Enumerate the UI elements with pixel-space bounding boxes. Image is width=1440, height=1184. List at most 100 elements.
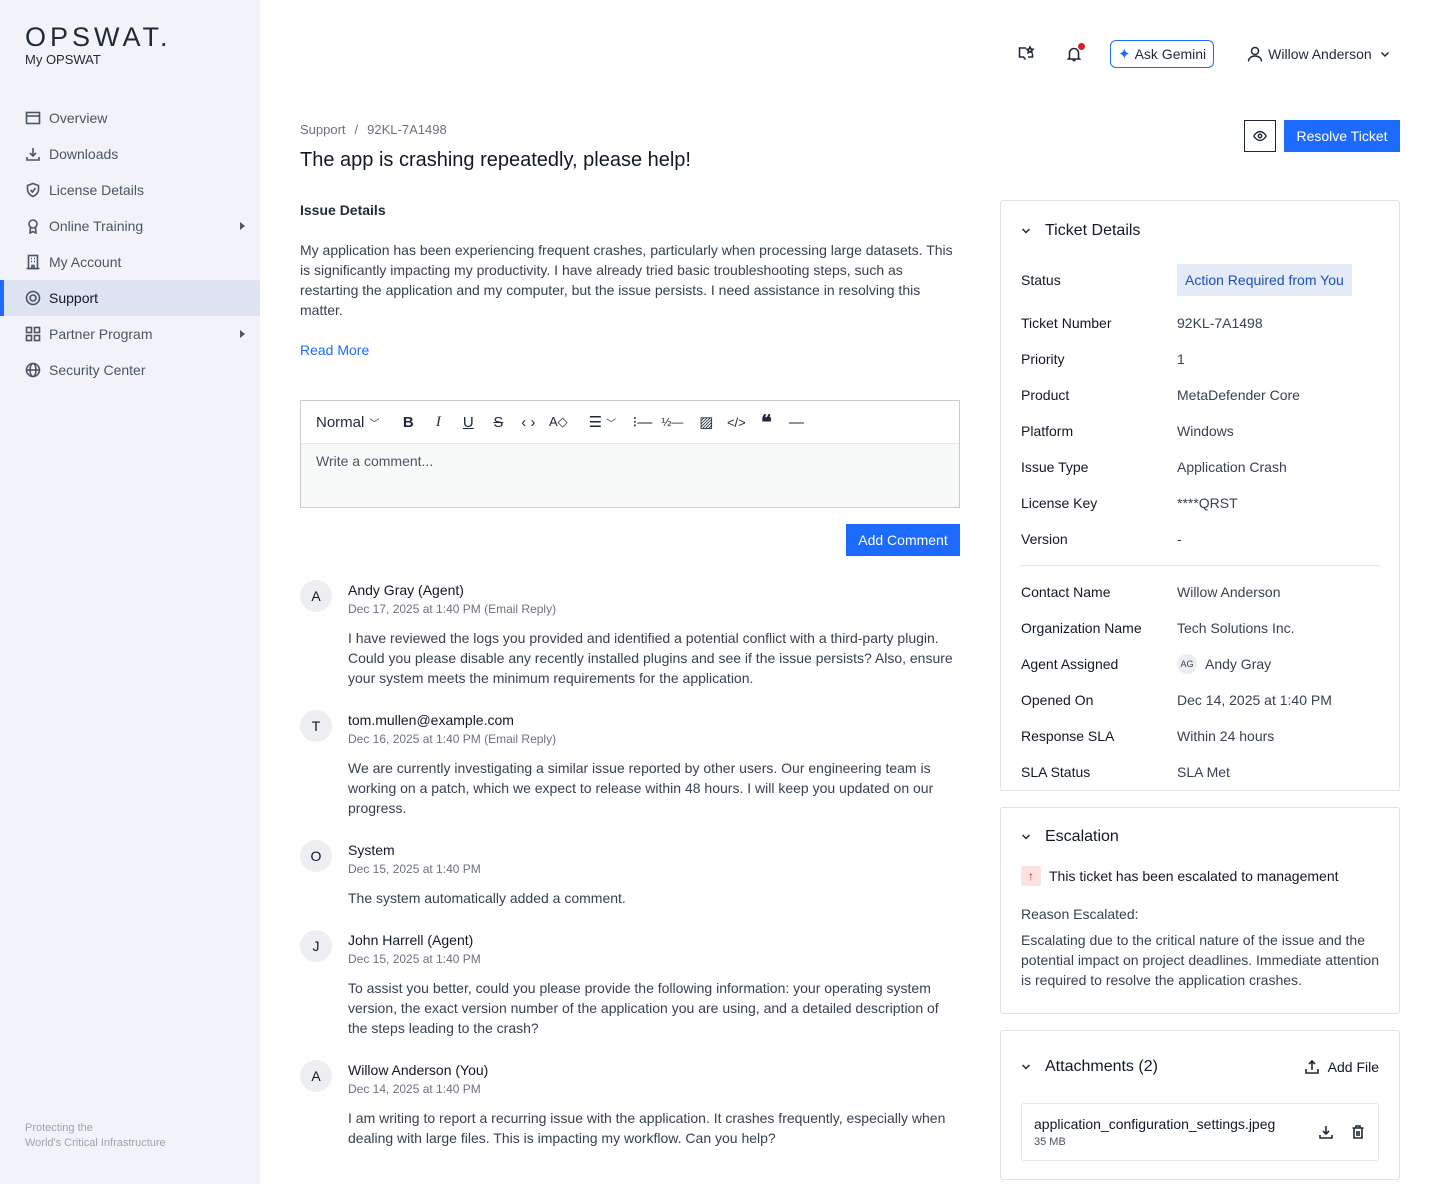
ticket-details-toggle[interactable]: Ticket Details <box>1001 201 1399 259</box>
issue-details-heading: Issue Details <box>300 202 386 218</box>
sparkle-icon: ✦ <box>1118 46 1131 63</box>
comment-author: Andy Gray (Agent) <box>348 582 464 598</box>
comment-text: To assist you better, could you please p… <box>348 980 939 1036</box>
caret-right-icon <box>240 330 245 338</box>
detail-row: Status Action Required from You <box>1001 259 1399 301</box>
footer-line: World's Critical Infrastructure <box>25 1137 166 1149</box>
numbered-list-icon[interactable]: ½— <box>657 410 687 434</box>
logo[interactable]: OPSWAT. My OPSWAT <box>25 22 172 67</box>
add-file-button[interactable]: Add File <box>1304 1059 1379 1075</box>
eye-icon <box>1253 130 1267 142</box>
italic-icon[interactable]: I <box>423 410 453 434</box>
inline-code-icon[interactable]: ‹ › <box>513 410 543 434</box>
comment-author: John Harrell (Agent) <box>348 932 474 948</box>
comment-author: Willow Anderson (You) <box>348 1062 489 1078</box>
sidebar-item-partner-program[interactable]: Partner Program <box>0 316 260 352</box>
user-icon <box>1247 46 1263 62</box>
comment-text: I am writing to report a recurring issue… <box>348 1110 946 1146</box>
trash-icon[interactable] <box>1350 1124 1366 1140</box>
detail-label: Platform <box>1021 423 1074 439</box>
comment-input[interactable]: Write a comment... <box>301 444 959 507</box>
grid-icon <box>25 326 41 342</box>
detail-row: Contact Name Willow Anderson <box>1001 574 1399 610</box>
bullet-list-icon[interactable]: ⁝— <box>627 410 657 434</box>
download-icon <box>26 148 40 161</box>
sidebar-item-support[interactable]: Support <box>0 280 260 316</box>
user-menu[interactable]: Willow Anderson <box>1246 45 1390 63</box>
breadcrumb: Support / 92KL-7A1498 <box>300 122 447 137</box>
breadcrumb-support-link[interactable]: Support <box>300 122 346 137</box>
chevron-down-icon <box>1021 834 1031 840</box>
strikethrough-icon[interactable]: S <box>483 410 513 434</box>
detail-label: Ticket Number <box>1021 315 1112 331</box>
sidebar-item-downloads[interactable]: Downloads <box>0 136 260 172</box>
page-title: The app is crashing repeatedly, please h… <box>300 149 691 171</box>
sidebar-item-my-account[interactable]: My Account <box>0 244 260 280</box>
announcement-icon <box>1018 45 1035 60</box>
ticket-details-heading: Ticket Details <box>1045 222 1141 239</box>
reason-label: Reason Escalated: <box>1021 906 1139 922</box>
download-icon[interactable] <box>1318 1124 1334 1140</box>
comment-text: I have reviewed the logs you provided an… <box>348 630 953 686</box>
attachment-name[interactable]: application_configuration_settings.jpeg <box>1034 1116 1275 1132</box>
resolve-ticket-button[interactable]: Resolve Ticket <box>1284 120 1400 152</box>
detail-label: License Key <box>1021 495 1098 511</box>
arrow-up-icon: ↑ <box>1021 866 1041 886</box>
bold-icon[interactable]: B <box>393 410 423 434</box>
escalation-card: Escalation ↑ This ticket has been escalat… <box>1000 807 1400 1014</box>
ask-gemini-button[interactable]: ✦ Ask Gemini <box>1110 40 1215 68</box>
comment-date: Dec 15, 2025 at 1:40 PM <box>348 952 481 966</box>
footer-line: Protecting the <box>25 1122 93 1134</box>
sidebar-item-online-training[interactable]: Online Training <box>0 208 260 244</box>
escalation-heading: Escalation <box>1045 828 1119 845</box>
code-block-icon[interactable]: </> <box>721 410 751 434</box>
escalation-notice-text: This ticket has been escalated to manage… <box>1049 868 1339 884</box>
detail-row: Ticket Number 92KL-7A1498 <box>1001 305 1399 341</box>
avatar: A <box>300 1060 332 1092</box>
detail-label: Opened On <box>1021 692 1094 708</box>
sidebar-footer: Protecting the World's Critical Infrastru… <box>25 1121 166 1151</box>
comment-item: O System Dec 15, 2025 at 1:40 PM The sys… <box>300 840 960 908</box>
add-comment-button[interactable]: Add Comment <box>846 524 960 556</box>
escalation-notice: ↑ This ticket has been escalated to manag… <box>1001 866 1399 886</box>
issue-description: My application has been experiencing fre… <box>300 242 953 318</box>
detail-label: Version <box>1021 531 1068 547</box>
clear-format-icon[interactable]: A◇ <box>543 410 573 434</box>
detail-value: Within 24 hours <box>1177 728 1275 744</box>
sidebar-nav: Overview Downloads License Details Onlin… <box>0 100 260 388</box>
lifebuoy-icon <box>25 290 41 306</box>
avatar: A <box>300 580 332 612</box>
comment-item: A Andy Gray (Agent) Dec 17, 2025 at 1:40… <box>300 580 960 688</box>
format-select[interactable]: Normal ﹀ <box>316 410 393 434</box>
detail-row: License Key ****QRST <box>1001 485 1399 521</box>
notifications-button[interactable] <box>1062 42 1086 66</box>
detail-label: Agent Assigned <box>1021 656 1119 672</box>
detail-row: Agent Assigned AG Andy Gray <box>1001 646 1399 682</box>
read-more-link[interactable]: Read More <box>300 342 369 358</box>
format-select-value: Normal <box>316 413 365 431</box>
chevron-down-icon[interactable] <box>1021 1062 1031 1072</box>
comment-item: T tom.mullen@example.com Dec 16, 2025 at… <box>300 710 960 818</box>
sidebar-item-license-details[interactable]: License Details <box>0 172 260 208</box>
sidebar-item-label: License Details <box>49 182 144 198</box>
watch-button[interactable] <box>1244 120 1276 152</box>
underline-icon[interactable]: U <box>453 410 483 434</box>
avatar: T <box>300 710 332 742</box>
notification-dot <box>1078 43 1085 50</box>
sidebar-item-security-center[interactable]: Security Center <box>0 352 260 388</box>
sidebar-item-overview[interactable]: Overview <box>0 100 260 136</box>
breadcrumb-current: 92KL-7A1498 <box>367 122 447 137</box>
chevron-down-icon: ﹀ <box>369 418 380 430</box>
detail-value: Willow Anderson <box>1177 584 1281 600</box>
horizontal-rule-icon[interactable]: — <box>781 410 811 434</box>
escalation-toggle[interactable]: Escalation <box>1001 808 1399 866</box>
reason-text: Escalating due to the critical nature of… <box>1021 932 1379 988</box>
avatar: O <box>300 840 332 872</box>
upload-icon <box>1304 1059 1319 1074</box>
quote-icon[interactable]: ❝ <box>751 410 781 434</box>
comment-item: J John Harrell (Agent) Dec 15, 2025 at 1… <box>300 930 960 1038</box>
whats-new-button[interactable] <box>1014 42 1038 66</box>
user-name: Willow Anderson <box>1268 46 1372 62</box>
align-icon[interactable]: ☰ ﹀ <box>587 410 617 434</box>
image-icon[interactable]: ▨ <box>691 410 721 434</box>
